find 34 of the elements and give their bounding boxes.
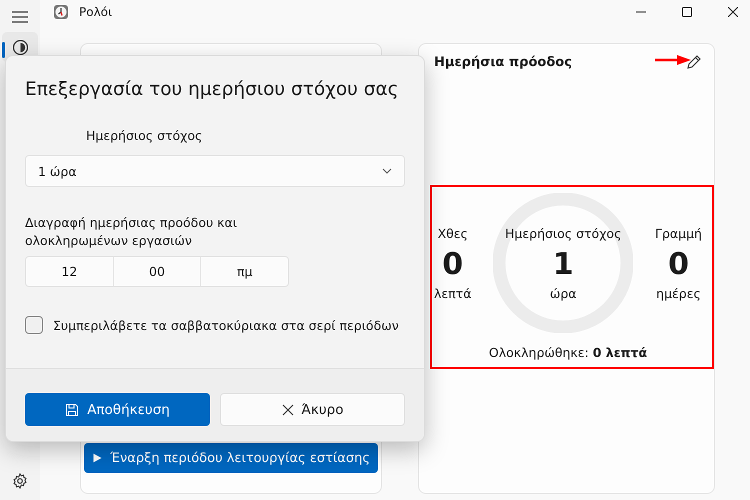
stat-label: Γραμμή (655, 226, 702, 241)
save-button[interactable]: Αποθήκευση (25, 393, 210, 426)
clock-icon (53, 4, 69, 20)
time-picker[interactable]: 12 00 πμ (25, 256, 289, 287)
arrow-icon (655, 55, 691, 65)
menu-icon[interactable] (12, 11, 28, 23)
checkbox-label: Συμπεριλάβετε τα σαββατοκύριακα στα σερί περιόδων (53, 318, 399, 332)
stat-value: 1 (552, 247, 574, 282)
stat-value: 0 (442, 247, 464, 282)
card-title: Ημερήσια πρόοδος (434, 54, 572, 70)
stat-unit: ώρα (550, 286, 577, 301)
stat-label: Ημερήσιος στόχος (505, 226, 622, 241)
close-icon[interactable] (728, 7, 738, 17)
stat-label: Χθες (438, 226, 468, 241)
checkbox[interactable] (25, 316, 43, 334)
chevron-icon (382, 168, 392, 174)
stat-unit: λεπτά (434, 286, 472, 301)
start-focus-button[interactable]: Έναρξη περιόδου λειτουργίας εστίασης (84, 443, 378, 473)
pencil-icon[interactable] (686, 54, 702, 70)
dialog-title: Επεξεργασία του ημερήσιου στόχου σας (25, 79, 400, 100)
save-icon (65, 402, 80, 416)
settings-icon (12, 473, 28, 489)
goal-dropdown[interactable]: 1 ώρα (25, 155, 405, 187)
cancel-button[interactable]: Άκυρο (220, 393, 405, 426)
play-icon (92, 451, 102, 465)
window-title: Ρολόι (79, 5, 112, 19)
field-label: Διαγραφή ημερήσιας προόδου και ολοκληρωμένων εργασιών (25, 214, 238, 250)
field-label: Ημερήσιος στόχος (86, 128, 204, 143)
maximize-icon[interactable] (682, 7, 692, 17)
focus-icon (12, 40, 28, 54)
completed-text: Ολοκληρώθηκε: 0 λεπτά (488, 345, 648, 360)
stat-value: 0 (668, 247, 689, 282)
close-icon (282, 404, 294, 416)
stat-unit: ημέρες (656, 286, 701, 301)
